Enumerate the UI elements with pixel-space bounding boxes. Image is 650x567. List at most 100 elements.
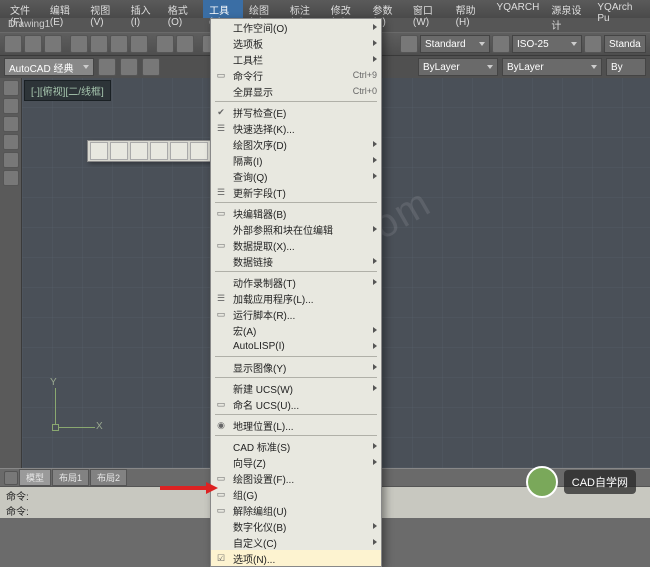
dim-style-icon[interactable]: [492, 35, 510, 53]
dim-style-combo[interactable]: ISO-25: [512, 35, 582, 53]
menu-item-查询Q[interactable]: 查询(Q): [211, 168, 381, 184]
redo-button[interactable]: [176, 35, 194, 53]
layer-props-button[interactable]: [98, 58, 116, 76]
menu-item-AutoLISPI[interactable]: AutoLISP(I): [211, 338, 381, 354]
submenu-arrow-icon: [373, 24, 377, 30]
rect-tool[interactable]: [3, 152, 19, 168]
menu-item-加载应用程序L[interactable]: ☰加载应用程序(L)...: [211, 290, 381, 306]
menu-item-显示图像Y[interactable]: 显示图像(Y): [211, 359, 381, 375]
submenu-arrow-icon: [373, 343, 377, 349]
print-button[interactable]: [70, 35, 88, 53]
menu-文件f[interactable]: 文件(F): [4, 0, 44, 18]
text-style-combo[interactable]: Standard: [420, 35, 490, 53]
menu-item-全屏显示[interactable]: 全屏显示Ctrl+0: [211, 83, 381, 99]
menu-item-数字化仪B[interactable]: 数字化仪(B): [211, 518, 381, 534]
save-button[interactable]: [44, 35, 62, 53]
menu-item-icon: ▭: [213, 68, 229, 82]
viewport-label[interactable]: [-][俯视][二/线框]: [24, 80, 111, 101]
copy-button[interactable]: [110, 35, 128, 53]
menu-插入i[interactable]: 插入(I): [125, 0, 162, 18]
menu-工具t[interactable]: 工具(T): [203, 0, 243, 18]
menu-帮助h[interactable]: 帮助(H): [450, 0, 491, 18]
float-btn-5[interactable]: [170, 142, 188, 160]
menu-item-块编辑器B[interactable]: ▭块编辑器(B): [211, 205, 381, 221]
menu-item-新建UCSW[interactable]: 新建 UCS(W): [211, 380, 381, 396]
menu-item-动作录制器T[interactable]: 动作录制器(T): [211, 274, 381, 290]
menu-格式o[interactable]: 格式(O): [162, 0, 203, 18]
menu-yqarch[interactable]: YQARCH: [491, 0, 546, 18]
annotation-arrow: [160, 486, 208, 490]
layout-tab-2[interactable]: 布局2: [90, 469, 127, 486]
layer-iso-button[interactable]: [142, 58, 160, 76]
menu-item-label: 全屏显示: [233, 84, 345, 99]
menu-item-CAD标准S[interactable]: CAD 标准(S): [211, 438, 381, 454]
paste-button[interactable]: [130, 35, 148, 53]
menu-item-数据提取X[interactable]: ▭数据提取(X)...: [211, 237, 381, 253]
color-combo[interactable]: ByLayer: [418, 58, 498, 76]
menu-item-拼写检查E[interactable]: ✔拼写检查(E): [211, 104, 381, 120]
undo-button[interactable]: [156, 35, 174, 53]
menu-item-数据链接[interactable]: 数据链接: [211, 253, 381, 269]
open-button[interactable]: [24, 35, 42, 53]
menu-item-绘图次序D[interactable]: 绘图次序(D): [211, 136, 381, 152]
menu-标注n[interactable]: 标注(N): [284, 0, 325, 18]
menu-item-更新字段T[interactable]: ☰更新字段(T): [211, 184, 381, 200]
polyline-tool[interactable]: [3, 98, 19, 114]
menu-item-选项N[interactable]: ☑选项(N)...: [211, 550, 381, 566]
line-tool[interactable]: [3, 80, 19, 96]
menu-item-label: 拼写检查(E): [233, 105, 377, 120]
layout-tab-0[interactable]: 模型: [19, 469, 51, 486]
circle-tool[interactable]: [3, 116, 19, 132]
menu-item-宏A[interactable]: 宏(A): [211, 322, 381, 338]
menu-修改m[interactable]: 修改(M): [325, 0, 367, 18]
menu-item-运行脚本R[interactable]: ▭运行脚本(R)...: [211, 306, 381, 322]
menu-源泉设计[interactable]: 源泉设计: [545, 0, 591, 18]
cut-button[interactable]: [90, 35, 108, 53]
menu-item-icon: [213, 52, 229, 66]
menu-item-label: CAD 标准(S): [233, 439, 373, 454]
float-btn-2[interactable]: [110, 142, 128, 160]
menu-item-工作空间O[interactable]: 工作空间(O): [211, 19, 381, 35]
menu-参数p[interactable]: 参数(P): [367, 0, 407, 18]
menu-item-label: 数据链接: [233, 254, 373, 269]
menu-item-icon: [213, 360, 229, 374]
menu-绘图d[interactable]: 绘图(D): [243, 0, 284, 18]
menu-item-命名UCSU[interactable]: ▭命名 UCS(U)...: [211, 396, 381, 412]
linetype-combo[interactable]: ByLayer: [502, 58, 602, 76]
float-btn-1[interactable]: [90, 142, 108, 160]
menu-item-label: 绘图设置(F)...: [233, 471, 377, 486]
submenu-arrow-icon: [373, 385, 377, 391]
workspace-combo[interactable]: AutoCAD 经典: [4, 58, 94, 76]
menu-item-icon: ☰: [213, 185, 229, 199]
menu-item-快速选择K[interactable]: ☰快速选择(K)...: [211, 120, 381, 136]
layout-tab-1[interactable]: 布局1: [52, 469, 89, 486]
tab-nav-prev[interactable]: [4, 471, 18, 485]
text-style-icon[interactable]: [400, 35, 418, 53]
menu-item-绘图设置F[interactable]: ▭绘图设置(F)...: [211, 470, 381, 486]
menu-item-icon: [213, 323, 229, 337]
arc-tool[interactable]: [3, 134, 19, 150]
table-style-combo[interactable]: Standa: [604, 35, 646, 53]
float-btn-4[interactable]: [150, 142, 168, 160]
menu-item-命令行[interactable]: ▭命令行Ctrl+9: [211, 67, 381, 83]
menu-item-隔离I[interactable]: 隔离(I): [211, 152, 381, 168]
new-button[interactable]: [4, 35, 22, 53]
table-style-icon[interactable]: [584, 35, 602, 53]
lineweight-combo[interactable]: By: [606, 58, 646, 76]
menu-编辑e[interactable]: 编辑(E): [44, 0, 84, 18]
menu-item-工具栏[interactable]: 工具栏: [211, 51, 381, 67]
menu-item-地理位置L[interactable]: ◉地理位置(L)...: [211, 417, 381, 433]
menu-视图v[interactable]: 视图(V): [84, 0, 124, 18]
menu-item-外部参照和块在位编辑[interactable]: 外部参照和块在位编辑: [211, 221, 381, 237]
menu-item-自定义C[interactable]: 自定义(C): [211, 534, 381, 550]
float-btn-6[interactable]: [190, 142, 208, 160]
menu-item-组G[interactable]: ▭组(G): [211, 486, 381, 502]
hatch-tool[interactable]: [3, 170, 19, 186]
menu-item-解除编组U[interactable]: ▭解除编组(U): [211, 502, 381, 518]
layer-state-button[interactable]: [120, 58, 138, 76]
float-btn-3[interactable]: [130, 142, 148, 160]
menu-yqarch pu[interactable]: YQArch Pu: [591, 0, 646, 18]
menu-item-向导Z[interactable]: 向导(Z): [211, 454, 381, 470]
menu-窗口w[interactable]: 窗口(W): [407, 0, 450, 18]
menu-item-选项板[interactable]: 选项板: [211, 35, 381, 51]
